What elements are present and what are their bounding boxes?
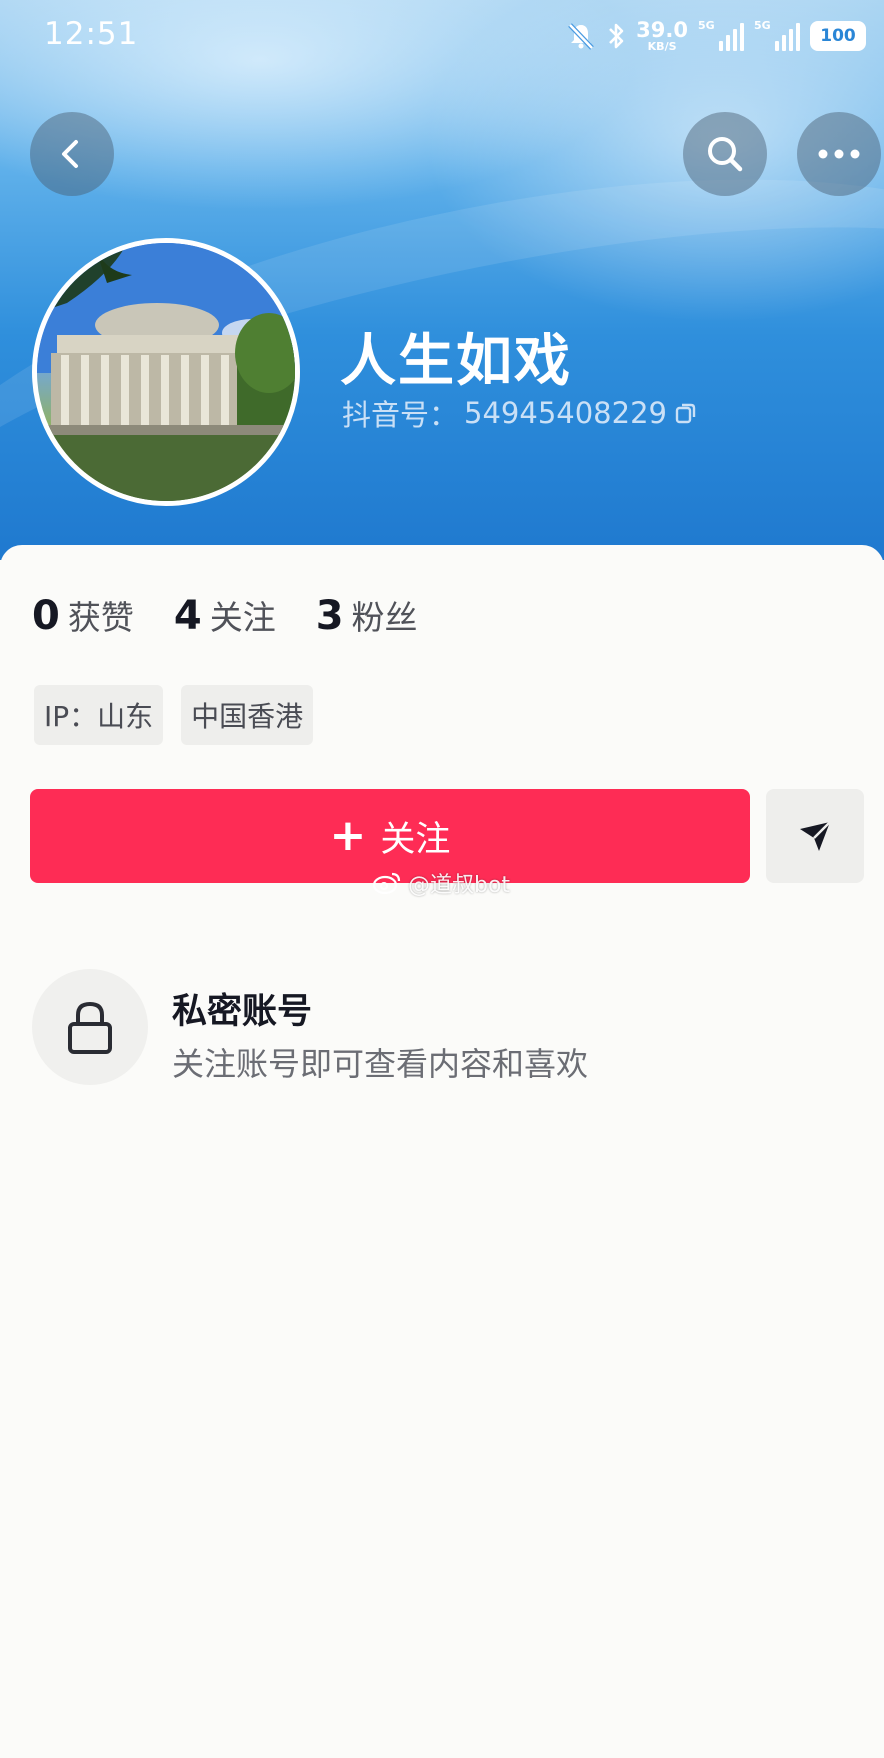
- search-button[interactable]: [683, 112, 767, 196]
- signal-label: 5G: [754, 19, 771, 32]
- stat-following[interactable]: 4 关注: [174, 591, 276, 639]
- signal-icon: 5G: [754, 19, 800, 53]
- plus-icon: +: [329, 810, 367, 861]
- network-speed: 39.0 KB/S: [636, 18, 688, 53]
- stat-number: 0: [32, 593, 60, 639]
- search-icon: [708, 137, 743, 172]
- copy-icon[interactable]: [673, 400, 699, 426]
- signal-label: 5G: [698, 19, 715, 32]
- speed-unit: KB/S: [647, 40, 677, 53]
- status-bar: 12:51 39.0 KB/S 5G 5G 100: [0, 0, 884, 72]
- stat-label: 获赞: [67, 598, 134, 637]
- douyin-id[interactable]: 抖音号： 54945408229: [342, 392, 699, 434]
- send-icon: [800, 821, 831, 851]
- private-title: 私密账号: [172, 992, 313, 1032]
- ip-tag: IP：山东: [34, 685, 164, 745]
- private-description: 关注账号即可查看内容和喜欢: [172, 1045, 589, 1083]
- profile-tags: IP：山东 中国香港: [34, 685, 314, 745]
- bluetooth-icon: [606, 21, 626, 51]
- stat-followers[interactable]: 3 粉丝: [316, 591, 418, 639]
- share-button[interactable]: [766, 789, 864, 883]
- stat-label: 粉丝: [351, 598, 418, 637]
- profile-stats: 0 获赞 4 关注 3 粉丝: [32, 591, 418, 639]
- mute-bell-icon: [566, 21, 596, 51]
- profile-header: 12:51 39.0 KB/S 5G 5G 100 人生如戏 抖音号： 5494…: [0, 0, 884, 560]
- lock-icon: [68, 1001, 112, 1054]
- profile-name: 人生如戏: [340, 329, 572, 394]
- more-dots-icon: [818, 149, 860, 159]
- douyin-id-label: 抖音号：: [342, 398, 459, 432]
- status-time: 12:51: [44, 16, 139, 52]
- speed-value: 39.0: [636, 18, 688, 42]
- stat-label: 关注: [209, 598, 276, 637]
- douyin-id-value: 54945408229: [464, 396, 667, 430]
- back-button[interactable]: [30, 112, 114, 196]
- status-icons: 39.0 KB/S 5G 5G 100: [566, 16, 866, 56]
- avatar[interactable]: [32, 238, 300, 506]
- follow-label: 关注: [380, 819, 451, 860]
- stat-number: 3: [315, 593, 344, 639]
- battery-icon: 100: [810, 21, 866, 51]
- profile-content: 0 获赞 4 关注 3 粉丝 IP：山东 中国香港 + 关注 @道叔bot 私密…: [0, 545, 884, 1758]
- signal-icon: 5G: [698, 19, 744, 53]
- private-account-notice: 私密账号 关注账号即可查看内容和喜欢: [32, 967, 852, 1087]
- stat-likes[interactable]: 0 获赞: [32, 591, 134, 639]
- watermark: @道叔bot: [372, 867, 510, 899]
- stat-number: 4: [173, 593, 202, 639]
- location-tag: 中国香港: [181, 685, 314, 745]
- weibo-icon: [372, 872, 401, 895]
- chevron-left-icon: [62, 140, 78, 168]
- lock-badge: [32, 969, 148, 1085]
- watermark-text: @道叔bot: [408, 873, 511, 898]
- more-button[interactable]: [797, 112, 881, 196]
